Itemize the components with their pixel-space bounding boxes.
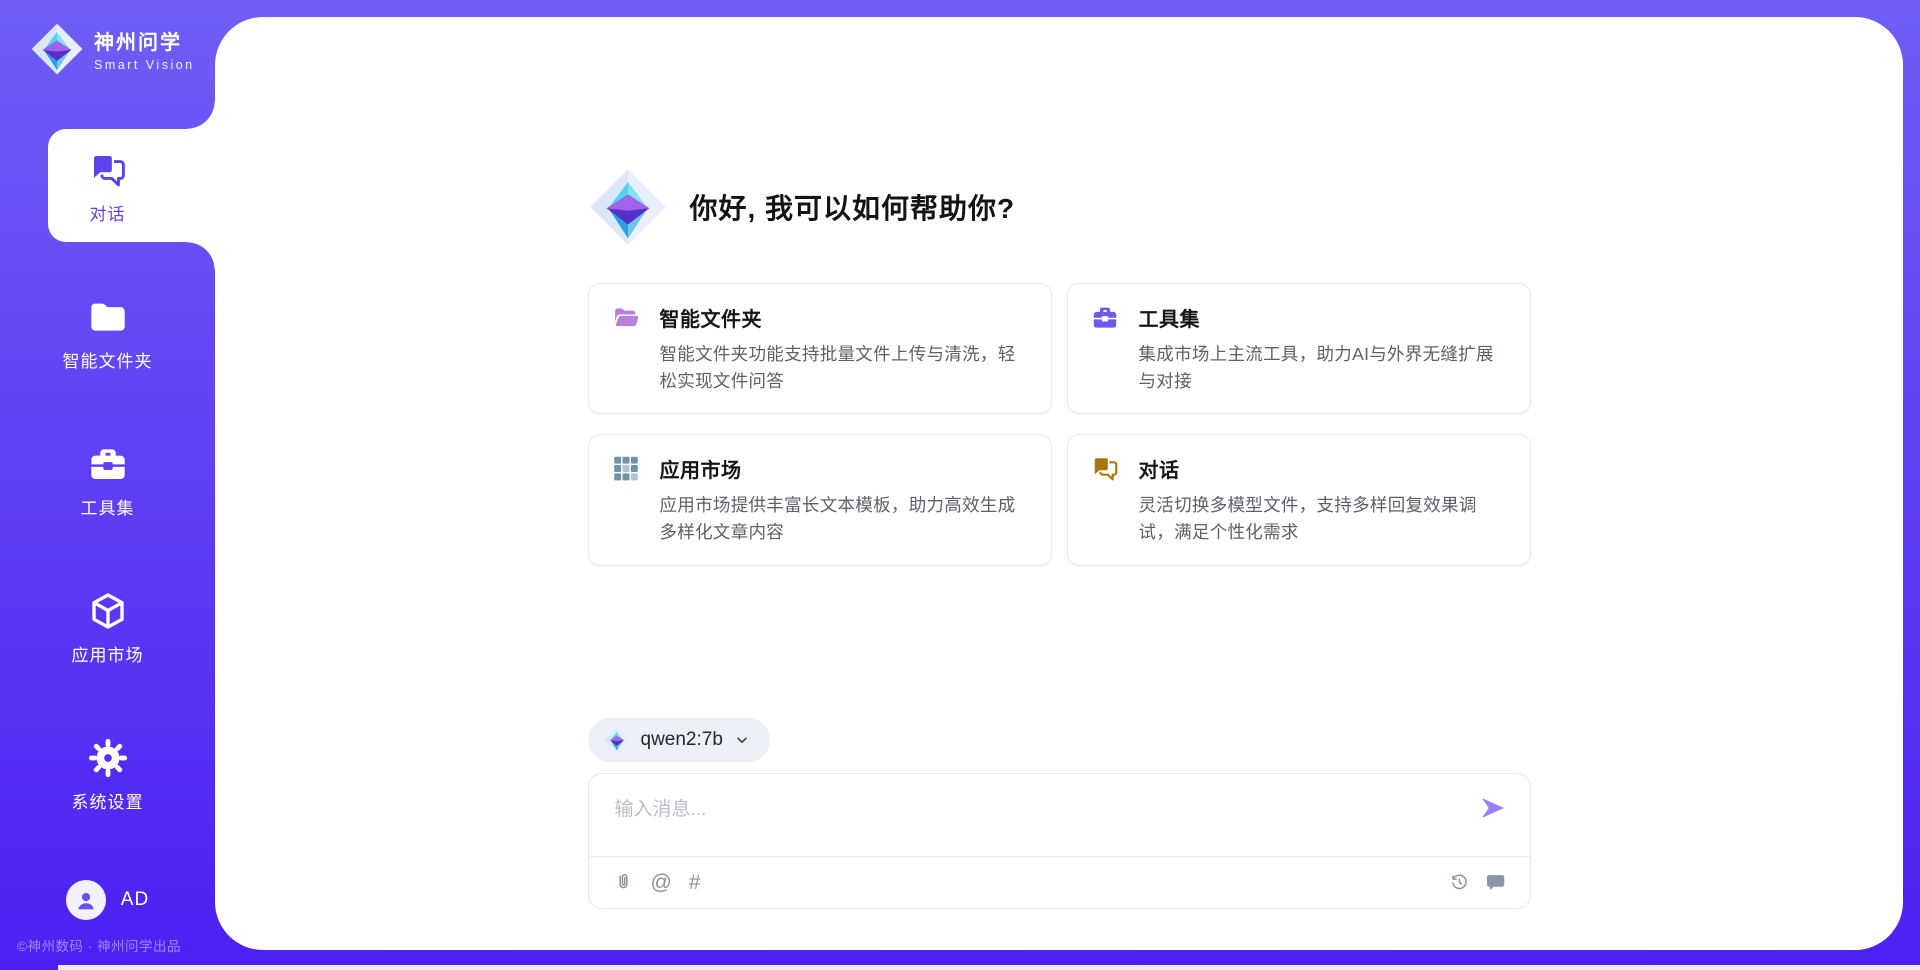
chat-icon bbox=[1090, 455, 1120, 482]
card-head: 对话 bbox=[1090, 454, 1506, 483]
brand-name: 神州问学 bbox=[94, 26, 195, 55]
hash-icon: # bbox=[689, 872, 701, 893]
horizontal-scrollbar[interactable] bbox=[58, 965, 1920, 970]
sidebar-item-label: 智能文件夹 bbox=[63, 347, 153, 372]
message-composer: @ # bbox=[588, 773, 1531, 909]
app-root: { "brand": { "name": "神州问学", "tagline": … bbox=[0, 0, 1920, 970]
send-icon bbox=[1479, 794, 1507, 822]
sidebar-item-label: 对话 bbox=[90, 200, 126, 225]
sidebar-item-settings[interactable]: 系统设置 bbox=[0, 701, 215, 848]
card-toolset[interactable]: 工具集 集成市场上主流工具，助力AI与外界无缝扩展与对接 bbox=[1067, 283, 1531, 414]
main-panel: 你好, 我可以如何帮助你? 智能文件夹 智能文件夹功能支持批量文件上传与清洗，轻… bbox=[215, 17, 1903, 950]
comment-icon bbox=[1485, 872, 1506, 893]
brand: 神州问学 Smart Vision bbox=[0, 0, 215, 76]
sidebar-item-smart-folder[interactable]: 智能文件夹 bbox=[0, 260, 215, 407]
card-app-market[interactable]: 应用市场 应用市场提供丰富长文本模板，助力高效生成多样化文章内容 bbox=[588, 434, 1052, 565]
greeting: 你好, 我可以如何帮助你? bbox=[588, 167, 1531, 247]
paperclip-icon bbox=[613, 872, 634, 893]
person-icon bbox=[73, 887, 99, 913]
history-icon bbox=[1449, 872, 1470, 893]
folder-open-icon bbox=[611, 304, 641, 331]
card-description: 集成市场上主流工具，助力AI与外界无缝扩展与对接 bbox=[1139, 341, 1506, 395]
card-title: 工具集 bbox=[1139, 303, 1201, 332]
card-description: 灵活切换多模型文件，支持多样回复效果调试，满足个性化需求 bbox=[1139, 492, 1506, 546]
greeting-title: 你好, 我可以如何帮助你? bbox=[690, 187, 1016, 227]
avatar bbox=[66, 880, 106, 920]
sidebar-item-label: 应用市场 bbox=[72, 641, 144, 666]
attach-file-button[interactable] bbox=[613, 872, 634, 893]
brand-diamond-icon bbox=[30, 22, 84, 76]
card-head: 智能文件夹 bbox=[611, 303, 1027, 332]
model-selector[interactable]: qwen2:7b bbox=[588, 718, 770, 762]
gear-icon bbox=[87, 737, 129, 779]
model-logo-icon bbox=[604, 727, 630, 753]
chevron-down-icon bbox=[734, 732, 750, 748]
card-title: 应用市场 bbox=[660, 454, 742, 483]
comment-button[interactable] bbox=[1485, 872, 1506, 893]
folder-icon bbox=[87, 296, 129, 338]
brand-tagline: Smart Vision bbox=[94, 58, 195, 72]
brand-text: 神州问学 Smart Vision bbox=[94, 26, 195, 72]
sidebar-item-label: 系统设置 bbox=[72, 788, 144, 813]
sidebar-item-toolset[interactable]: 工具集 bbox=[0, 407, 215, 554]
sidebar-item-chat[interactable]: 对话 bbox=[0, 113, 215, 260]
send-button[interactable] bbox=[1478, 794, 1508, 824]
user-profile[interactable]: AD bbox=[0, 880, 215, 920]
composer-tools-left: @ # bbox=[613, 872, 701, 893]
card-description: 智能文件夹功能支持批量文件上传与清洗，轻松实现文件问答 bbox=[660, 341, 1027, 395]
sidebar-item-app-market[interactable]: 应用市场 bbox=[0, 554, 215, 701]
grid-icon bbox=[611, 455, 641, 482]
composer-toolbar: @ # bbox=[613, 857, 1506, 908]
card-head: 工具集 bbox=[1090, 303, 1506, 332]
card-title: 对话 bbox=[1139, 454, 1180, 483]
active-tab-background bbox=[48, 129, 215, 242]
model-name: qwen2:7b bbox=[641, 729, 723, 751]
card-smart-folder[interactable]: 智能文件夹 智能文件夹功能支持批量文件上传与清洗，轻松实现文件问答 bbox=[588, 283, 1052, 414]
card-head: 应用市场 bbox=[611, 454, 1027, 483]
card-description: 应用市场提供丰富长文本模板，助力高效生成多样化文章内容 bbox=[660, 492, 1027, 546]
chat-icon bbox=[87, 149, 129, 191]
sidebar-nav: 对话 智能文件夹 工具集 bbox=[0, 113, 215, 848]
sidebar: 神州问学 Smart Vision 对话 智能文件夹 bbox=[0, 0, 215, 970]
mention-button[interactable]: @ bbox=[651, 872, 672, 893]
card-chat[interactable]: 对话 灵活切换多模型文件，支持多样回复效果调试，满足个性化需求 bbox=[1067, 434, 1531, 565]
brand-diamond-icon bbox=[588, 167, 668, 247]
cube-icon bbox=[87, 590, 129, 632]
briefcase-icon bbox=[87, 443, 129, 485]
sidebar-item-label: 工具集 bbox=[81, 494, 135, 519]
footer-credit: ©神州数码 · 神州问学出品 bbox=[17, 935, 181, 955]
composer-tools-right bbox=[1449, 872, 1506, 893]
feature-cards: 智能文件夹 智能文件夹功能支持批量文件上传与清洗，轻松实现文件问答 工具集 集成… bbox=[588, 283, 1531, 566]
hashtag-button[interactable]: # bbox=[689, 872, 701, 893]
main-content: 你好, 我可以如何帮助你? 智能文件夹 智能文件夹功能支持批量文件上传与清洗，轻… bbox=[588, 167, 1531, 909]
message-input[interactable] bbox=[615, 792, 1460, 828]
card-title: 智能文件夹 bbox=[660, 303, 763, 332]
history-button[interactable] bbox=[1449, 872, 1470, 893]
at-icon: @ bbox=[651, 872, 672, 893]
briefcase-icon bbox=[1090, 304, 1120, 331]
user-initials: AD bbox=[121, 889, 149, 911]
